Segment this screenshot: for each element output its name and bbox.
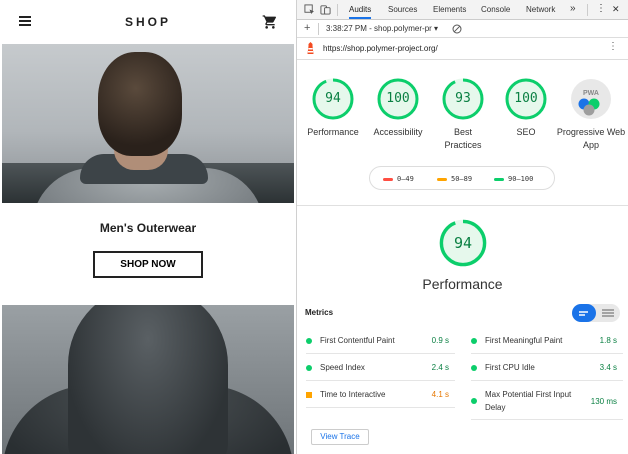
- device-toolbar-icon[interactable]: [320, 4, 331, 15]
- best-practices-score: 93: [455, 91, 471, 106]
- accessibility-score: 100: [386, 91, 410, 106]
- shop-now-button[interactable]: SHOP NOW: [93, 251, 203, 278]
- hero-image-hoodie: [2, 305, 294, 454]
- metric-first-cpu-idle: First CPU Idle 3.4 s: [471, 355, 623, 381]
- pwa-gauge[interactable]: PWA: [569, 77, 613, 121]
- legend-average-swatch: [437, 177, 447, 181]
- metric-name: Speed Index: [320, 363, 365, 372]
- lighthouse-icon: [307, 42, 314, 54]
- shopping-cart-icon[interactable]: [262, 14, 278, 30]
- legend-pass-swatch: [494, 177, 504, 181]
- performance-section-score: 94: [453, 234, 473, 252]
- tab-console[interactable]: Console: [481, 5, 510, 14]
- kebab-menu-icon[interactable]: ⋮: [596, 3, 606, 14]
- metric-name: Max Potential First Input: [485, 390, 572, 399]
- accessibility-gauge[interactable]: 100: [376, 77, 420, 121]
- metric-value: 4.1 s: [431, 390, 449, 399]
- report-menu-icon[interactable]: ⋮: [608, 41, 618, 52]
- screen: SHOP Men's Outerwear SHOP NOW Audits Sou…: [0, 0, 628, 454]
- status-dot: [306, 338, 312, 344]
- new-audit-icon[interactable]: +: [304, 22, 310, 34]
- tab-separator: [337, 4, 338, 16]
- clear-icon[interactable]: [452, 24, 462, 34]
- inspect-element-icon[interactable]: [304, 4, 315, 15]
- seo-score: 100: [514, 91, 538, 106]
- status-square: [306, 392, 312, 398]
- shop-header: SHOP: [0, 0, 296, 44]
- pwa-badge-text: PWA: [583, 90, 599, 97]
- tab-network[interactable]: Network: [526, 5, 555, 14]
- devtools-panel: Audits Sources Elements Console Network …: [296, 0, 628, 454]
- score-legend: 0–49 50–89 90–100: [369, 166, 555, 190]
- accessibility-label: Accessibility: [373, 127, 423, 137]
- metrics-view-toggle: [572, 304, 620, 322]
- status-dot: [306, 365, 312, 371]
- pwa-label: Progressive Web App: [556, 127, 626, 150]
- legend-average: 50–89: [437, 175, 472, 183]
- metric-first-contentful-paint: First Contentful Paint 0.9 s: [306, 328, 455, 354]
- legend-pass: 90–100: [494, 175, 533, 183]
- performance-section-title: Performance: [422, 276, 503, 292]
- seo-gauge[interactable]: 100: [504, 77, 548, 121]
- best-practices-gauge[interactable]: 93: [441, 77, 485, 121]
- metric-value: 3.4 s: [599, 363, 617, 372]
- lines-long-icon: [602, 309, 614, 317]
- status-dot: [471, 365, 477, 371]
- legend-fail-swatch: [383, 177, 393, 181]
- metric-name: Time to Interactive: [320, 390, 386, 399]
- tab-sources[interactable]: Sources: [388, 5, 417, 14]
- shop-title: SHOP: [124, 15, 171, 29]
- expanded-view-toggle[interactable]: [596, 304, 620, 322]
- tab-separator: [587, 4, 588, 16]
- metric-name-line2: Delay: [485, 403, 506, 412]
- metric-name: First Contentful Paint: [320, 336, 395, 345]
- performance-score: 94: [325, 91, 341, 106]
- performance-gauge[interactable]: 94: [311, 77, 355, 121]
- legend-fail: 0–49: [383, 175, 414, 183]
- best-practices-label: Best Practices: [444, 127, 482, 150]
- compact-view-toggle[interactable]: [572, 304, 596, 322]
- metrics-heading: Metrics: [305, 308, 334, 317]
- metric-max-potential-fid: Max Potential First Input Delay 130 ms: [471, 382, 623, 420]
- score-gauges: 94 Performance 100 Accessibility 93 Best…: [297, 74, 628, 164]
- metric-name: First CPU Idle: [485, 363, 535, 372]
- audits-toolbar: + 3:38:27 PM - shop.polymer-pr ▾: [297, 20, 628, 38]
- toolbar-separator: [318, 23, 319, 35]
- metric-value: 0.9 s: [431, 336, 449, 345]
- lines-short-icon: [579, 311, 588, 316]
- audit-run-selector[interactable]: 3:38:27 PM - shop.polymer-pr ▾: [326, 24, 438, 33]
- category-title: Men's Outerwear: [99, 221, 197, 235]
- close-icon[interactable]: ✕: [612, 4, 620, 15]
- metric-value: 2.4 s: [431, 363, 449, 372]
- tab-elements[interactable]: Elements: [433, 5, 466, 14]
- tab-audits[interactable]: Audits: [349, 5, 372, 19]
- metric-speed-index: Speed Index 2.4 s: [306, 355, 455, 381]
- metric-value: 1.8 s: [599, 336, 617, 345]
- more-tabs-icon[interactable]: »: [570, 3, 576, 14]
- metric-value: 130 ms: [590, 397, 617, 406]
- status-dot: [471, 398, 477, 404]
- shop-app: SHOP Men's Outerwear SHOP NOW: [0, 0, 296, 454]
- section-divider: [297, 205, 628, 206]
- pwa-badge-icon: PWA: [571, 79, 611, 119]
- devtools-tab-bar: Audits Sources Elements Console Network …: [297, 0, 628, 20]
- metric-time-to-interactive: Time to Interactive 4.1 s: [306, 382, 455, 408]
- audited-url: https://shop.polymer-project.org/: [323, 44, 438, 53]
- hero-image-outerwear: [2, 44, 294, 203]
- view-trace-button[interactable]: View Trace: [311, 429, 369, 445]
- status-dot: [471, 338, 477, 344]
- metric-name: First Meaningful Paint: [485, 336, 563, 345]
- audit-url-bar: https://shop.polymer-project.org/ ⋮: [297, 38, 628, 60]
- performance-section-gauge: 94: [438, 218, 488, 268]
- metric-first-meaningful-paint: First Meaningful Paint 1.8 s: [471, 328, 623, 354]
